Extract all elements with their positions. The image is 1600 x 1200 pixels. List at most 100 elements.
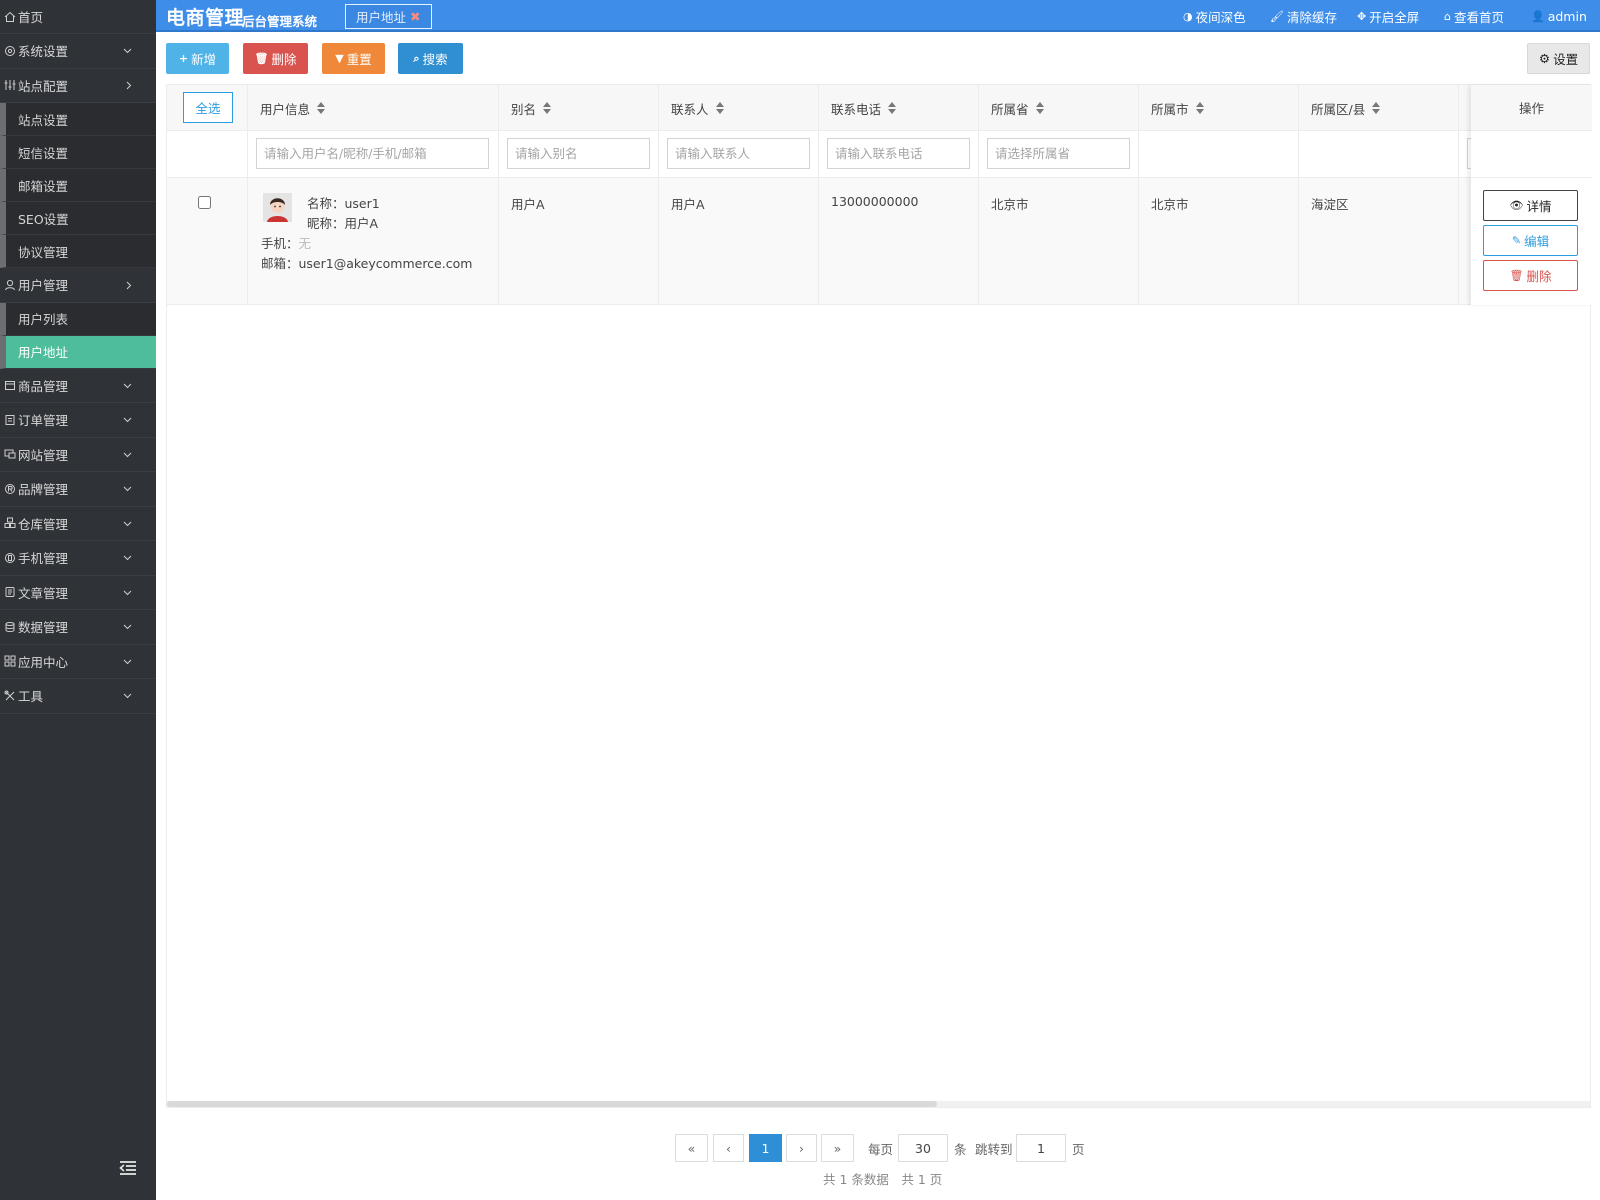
add-button[interactable]: + 新增 — [166, 43, 229, 74]
chevron-down-icon — [123, 34, 132, 68]
sidebar-item-user-address[interactable]: 用户地址 — [0, 335, 156, 369]
filter-contact-input[interactable] — [667, 138, 810, 169]
sidebar-group-label: 商品管理 — [18, 378, 69, 394]
horizontal-scrollbar[interactable] — [167, 1101, 1590, 1107]
sidebar-item-agreements[interactable]: 协议管理 — [0, 235, 156, 268]
sidebar-group-data[interactable]: 数据管理 — [0, 610, 156, 645]
user-mobile: 手机：无 — [261, 233, 311, 252]
tools-icon — [1, 690, 18, 702]
sidebar-item-email-settings[interactable]: 邮箱设置 — [0, 169, 156, 202]
chevron-down-icon — [123, 472, 132, 506]
sort-icon — [1035, 102, 1044, 114]
home-icon — [1, 11, 18, 23]
edit-label: 编辑 — [1524, 234, 1550, 249]
sidebar-group-products[interactable]: 商品管理 — [0, 369, 156, 403]
cell-province: 北京市 — [991, 197, 1029, 212]
sidebar-group-warehouse[interactable]: 仓库管理 — [0, 507, 156, 541]
sidebar-item-site-settings[interactable]: 站点设置 — [0, 103, 156, 136]
cell-district: 海淀区 — [1311, 197, 1349, 212]
per-page-unit: 条 — [954, 1141, 967, 1157]
next-page-button[interactable]: › — [786, 1134, 817, 1162]
sidebar-group-tools[interactable]: 工具 — [0, 679, 156, 714]
filter-alias-input[interactable] — [507, 138, 650, 169]
sidebar-item-sms-settings[interactable]: 短信设置 — [0, 136, 156, 169]
chevron-down-icon — [123, 576, 132, 610]
sidebar-item-home[interactable]: 首页 — [0, 0, 156, 34]
delete-button[interactable]: 🗑 删除 — [243, 43, 308, 74]
close-icon[interactable]: ✖ — [410, 9, 420, 24]
username: admin — [1547, 8, 1587, 24]
warehouse-icon — [1, 517, 18, 529]
column-header-province[interactable]: 所属省 — [991, 85, 1044, 131]
filter-phone-input[interactable] — [827, 138, 970, 169]
search-label: 搜索 — [422, 52, 448, 67]
user-nickname: 昵称：用户A — [307, 216, 379, 231]
chevron-down-icon — [123, 679, 132, 713]
reset-label: 重置 — [346, 52, 372, 67]
apps-icon — [1, 655, 18, 667]
page-1-button[interactable]: 1 — [749, 1134, 782, 1162]
settings-button[interactable]: ⚙ 设置 — [1527, 43, 1590, 74]
column-header-user-info[interactable]: 用户信息 — [260, 85, 326, 131]
chevron-right-icon — [126, 69, 132, 103]
website-icon — [1, 448, 18, 460]
sidebar-group-users[interactable]: 用户管理 — [0, 268, 156, 303]
column-divider — [247, 85, 248, 305]
sidebar-group-label: 订单管理 — [18, 413, 69, 429]
prev-page-button[interactable]: ‹ — [713, 1134, 744, 1162]
cell-alias: 用户A — [511, 197, 545, 212]
sidebar-collapse-icon[interactable] — [118, 1160, 138, 1176]
user-menu[interactable]: 👤 admin — [1531, 0, 1587, 32]
clear-cache-link[interactable]: 🖌 清除缓存 — [1270, 0, 1337, 32]
jump-page-input[interactable] — [1016, 1134, 1066, 1162]
column-label: 别名 — [511, 101, 537, 117]
column-header-alias[interactable]: 别名 — [511, 85, 552, 131]
mobile-icon — [1, 552, 18, 564]
filter-row — [167, 131, 1592, 178]
scrollbar-thumb[interactable] — [167, 1101, 937, 1107]
column-header-phone[interactable]: 联系电话 — [831, 85, 897, 131]
trash-icon: 🗑 — [1509, 269, 1524, 282]
sidebar-group-apps[interactable]: 应用中心 — [0, 645, 156, 679]
fullscreen-link[interactable]: ✥ 开启全屏 — [1357, 0, 1419, 32]
detail-button[interactable]: 👁 详情 — [1483, 190, 1578, 221]
night-mode-link[interactable]: ◑ 夜间深色 — [1183, 0, 1246, 32]
last-page-button[interactable]: » — [821, 1134, 854, 1162]
per-page-input[interactable] — [898, 1134, 948, 1162]
tab-user-address[interactable]: 用户地址 ✖ — [345, 4, 432, 29]
per-page-label: 每页 — [868, 1141, 894, 1157]
column-header-contact[interactable]: 联系人 — [671, 85, 724, 131]
database-icon — [1, 621, 18, 633]
sidebar-group-site-config[interactable]: 站点配置 — [0, 69, 156, 103]
clear-cache-label: 清除缓存 — [1286, 9, 1337, 25]
select-all-button[interactable]: 全选 — [183, 92, 233, 123]
filter-user-info-input[interactable] — [256, 138, 489, 169]
row-delete-button[interactable]: 🗑 删除 — [1483, 260, 1578, 291]
cell-contact: 用户A — [671, 197, 705, 212]
sidebar-group-system[interactable]: 系统设置 — [0, 34, 156, 69]
edit-button[interactable]: ✎ 编辑 — [1483, 225, 1578, 256]
sidebar-group-websites[interactable]: 网站管理 — [0, 438, 156, 472]
sidebar-group-orders[interactable]: 订单管理 — [0, 403, 156, 438]
reset-button[interactable]: ▼ 重置 — [322, 43, 385, 74]
filter-province-select[interactable] — [987, 138, 1130, 169]
column-header-city[interactable]: 所属市 — [1151, 85, 1204, 131]
first-page-button[interactable]: « — [675, 1134, 708, 1162]
sidebar-group-articles[interactable]: 文章管理 — [0, 576, 156, 610]
sidebar-group-brands[interactable]: 品牌管理 — [0, 472, 156, 507]
row-delete-label: 删除 — [1526, 269, 1552, 284]
chevron-down-icon — [123, 645, 132, 679]
column-label: 所属省 — [991, 101, 1029, 117]
sidebar-item-user-list[interactable]: 用户列表 — [0, 302, 156, 336]
sliders-icon — [1, 79, 18, 91]
sidebar-item-seo-settings[interactable]: SEO设置 — [0, 202, 156, 235]
sort-icon — [715, 102, 724, 114]
view-home-link[interactable]: ⌂ 查看首页 — [1444, 0, 1504, 32]
search-button[interactable]: ⌕ 搜索 — [398, 43, 463, 74]
column-divider — [1298, 85, 1299, 305]
plus-icon: + — [178, 52, 189, 65]
column-header-district[interactable]: 所属区/县 — [1311, 85, 1381, 131]
row-checkbox[interactable] — [198, 196, 211, 209]
column-label: 用户信息 — [260, 101, 311, 117]
sidebar-group-mobile[interactable]: 手机管理 — [0, 541, 156, 576]
